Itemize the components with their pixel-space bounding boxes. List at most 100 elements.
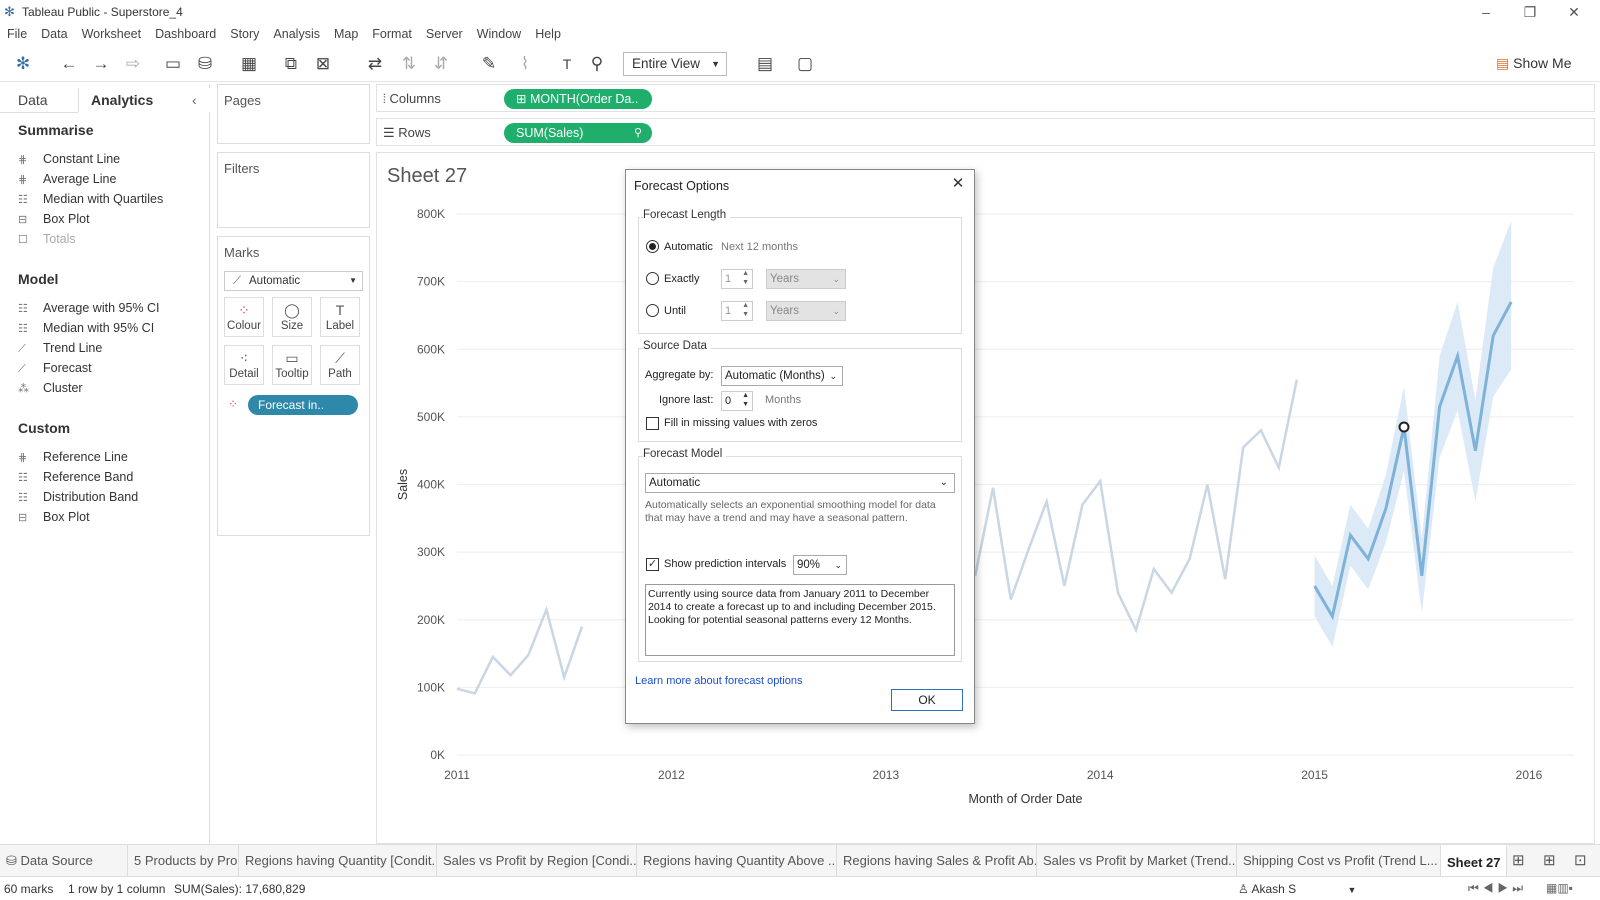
menu-file[interactable]: File [0,24,34,44]
menu-help[interactable]: Help [528,24,568,44]
menu-data[interactable]: Data [34,24,74,44]
item-totals[interactable]: ☐ Totals [18,230,76,248]
columns-pill[interactable]: ⊞ MONTH(Order Da.. [504,89,652,109]
add-datasource-icon[interactable]: ⛁ [192,51,218,77]
sort-desc-icon[interactable]: ⇵ [428,51,454,77]
item-box-plot[interactable]: ⊟ Box Plot [18,210,90,228]
until-stepper[interactable]: 1 ▲ ▼ [721,301,753,321]
minimize-button[interactable]: – [1464,2,1508,22]
automatic-radio[interactable] [646,240,659,253]
menu-dashboard[interactable]: Dashboard [148,24,223,44]
pi-level-select[interactable]: 90% ⌄ [793,555,847,575]
menu-window[interactable]: Window [470,24,528,44]
tableau-logo-icon: ✻ [4,4,15,19]
tab-sheet[interactable]: Regions having Sales & Profit Ab... [837,845,1037,877]
tooltip-button[interactable]: ▭ Tooltip [272,345,312,385]
exactly-radio[interactable] [646,272,659,285]
show-me-button[interactable]: ▤ Show Me [1496,55,1571,72]
detail-button[interactable]: ⁖ Detail [224,345,264,385]
model-select[interactable]: Automatic ⌄ [645,473,955,493]
item-distribution-band[interactable]: ☷ Distribution Band [18,488,138,506]
item-median-ci[interactable]: ☷ Median with 95% CI [18,319,154,337]
tableau-home-icon[interactable]: ✻ [10,51,36,77]
item-constant-line[interactable]: ⋕ Constant Line [18,150,120,168]
item-cluster[interactable]: ⁂ Cluster [18,379,83,397]
colour-button[interactable]: ⁘ Colour [224,297,264,337]
pin-icon[interactable]: ⚲ [584,51,610,77]
fit-dropdown[interactable]: Entire View ▼ [623,52,727,76]
until-radio[interactable] [646,304,659,317]
sort-asc-icon[interactable]: ⇅ [396,51,422,77]
item-box-plot-custom[interactable]: ⊟ Box Plot [18,508,90,526]
path-button[interactable]: ⟋ Path [320,345,360,385]
labels-icon[interactable]: T [554,51,580,77]
sheet-nav-icons[interactable]: ⏮◀▶⏭ [1468,881,1527,896]
menu-story[interactable]: Story [223,24,266,44]
model-description: Automatically selects an exponential smo… [645,499,936,524]
presentation-icon[interactable]: ▢ [792,51,818,77]
menu-server[interactable]: Server [419,24,470,44]
tab-analytics[interactable]: Analytics [78,88,210,112]
new-worksheet-icon[interactable]: ⊞ [1512,851,1525,869]
item-average-ci[interactable]: ☷ Average with 95% CI [18,299,160,317]
new-dashboard-icon[interactable]: ⊞ [1543,851,1556,869]
menu-map[interactable]: Map [327,24,365,44]
rows-shelf[interactable]: ☰ Rows SUM(Sales) ⚲ [376,118,1595,146]
mark-type-dropdown[interactable]: ⟋ Automatic ▼ [224,271,363,291]
tab-sheet[interactable]: Regions having Quantity [Condit... [239,845,437,877]
replay-icon[interactable]: ⇨ [120,51,146,77]
fill-missing-checkbox[interactable] [646,417,659,430]
menu-analysis[interactable]: Analysis [266,24,327,44]
rows-pill[interactable]: SUM(Sales) ⚲ [504,123,652,143]
ok-button[interactable]: OK [891,689,963,711]
learn-more-link[interactable]: Learn more about forecast options [635,675,803,687]
save-icon[interactable]: ▭ [160,51,186,77]
label-button[interactable]: T Label [320,297,360,337]
view-mode-icons[interactable]: ▦▥▪ [1546,881,1573,895]
new-sheet-icon[interactable]: ▦ [236,51,262,77]
undo-icon[interactable]: ← [56,51,82,77]
duplicate-sheet-icon[interactable]: ⧉ [278,51,304,77]
new-story-icon[interactable]: ⊡ [1574,851,1587,869]
columns-shelf[interactable]: ⦙ Columns ⊞ MONTH(Order Da.. [376,84,1595,112]
tab-sheet[interactable]: Sales vs Profit by Market (Trend... [1037,845,1237,877]
item-forecast[interactable]: ⟋ Forecast [18,359,92,377]
tab-data-source[interactable]: ⛁ Data Source [0,845,128,877]
exactly-stepper[interactable]: 1 ▲ ▼ [721,269,753,289]
forecast-indicator-pill[interactable]: Forecast in.. [248,395,358,415]
close-window-button[interactable]: ✕ [1552,2,1596,22]
item-reference-line[interactable]: ⋕ Reference Line [18,448,128,466]
show-pi-checkbox[interactable]: ✓ [646,558,659,571]
redo-icon[interactable]: → [88,51,114,77]
tab-sheet-27-active[interactable]: Sheet 27 [1441,845,1507,877]
dialog-close-icon[interactable]: ✕ [948,174,968,192]
menu-format[interactable]: Format [365,24,419,44]
ignore-last-stepper[interactable]: 0 ▲ ▼ [721,391,753,411]
item-reference-band[interactable]: ☷ Reference Band [18,468,133,486]
mark-type-value: Automatic [249,275,301,287]
item-median-quartiles[interactable]: ☷ Median with Quartiles [18,190,163,208]
user-menu[interactable]: ♙ Akash S ▼ [1238,882,1356,896]
aggregate-select[interactable]: Automatic (Months) ⌄ [721,366,843,386]
menu-worksheet[interactable]: Worksheet [75,24,149,44]
tab-data[interactable]: Data [18,88,48,112]
highlight-icon[interactable]: ✎ [476,51,502,77]
item-trend-line[interactable]: ⟋ Trend Line [18,339,102,357]
size-button[interactable]: ◯ Size [272,297,312,337]
columns-pill-label: MONTH(Order Da.. [529,92,639,106]
until-unit-select[interactable]: Years ⌄ [766,301,846,321]
group-icon[interactable]: ⌇ [512,51,538,77]
exactly-unit-select[interactable]: Years ⌄ [766,269,846,289]
restore-button[interactable]: ❐ [1508,2,1552,22]
filters-card[interactable]: Filters [217,152,370,228]
collapse-pane-icon[interactable]: ‹ [192,88,197,112]
item-average-line[interactable]: ⋕ Average Line [18,170,116,188]
swap-icon[interactable]: ⇄ [362,51,388,77]
tab-sheet[interactable]: Regions having Quantity Above ... [637,845,837,877]
clear-sheet-icon[interactable]: ⊠ [310,51,336,77]
pages-card[interactable]: Pages [217,84,370,144]
tab-sheet[interactable]: Sales vs Profit by Region [Condi... [437,845,637,877]
tab-sheet[interactable]: 5 Products by Pro... [128,845,239,877]
show-cards-icon[interactable]: ▤ [752,51,778,77]
tab-sheet[interactable]: Shipping Cost vs Profit (Trend L... [1237,845,1441,877]
